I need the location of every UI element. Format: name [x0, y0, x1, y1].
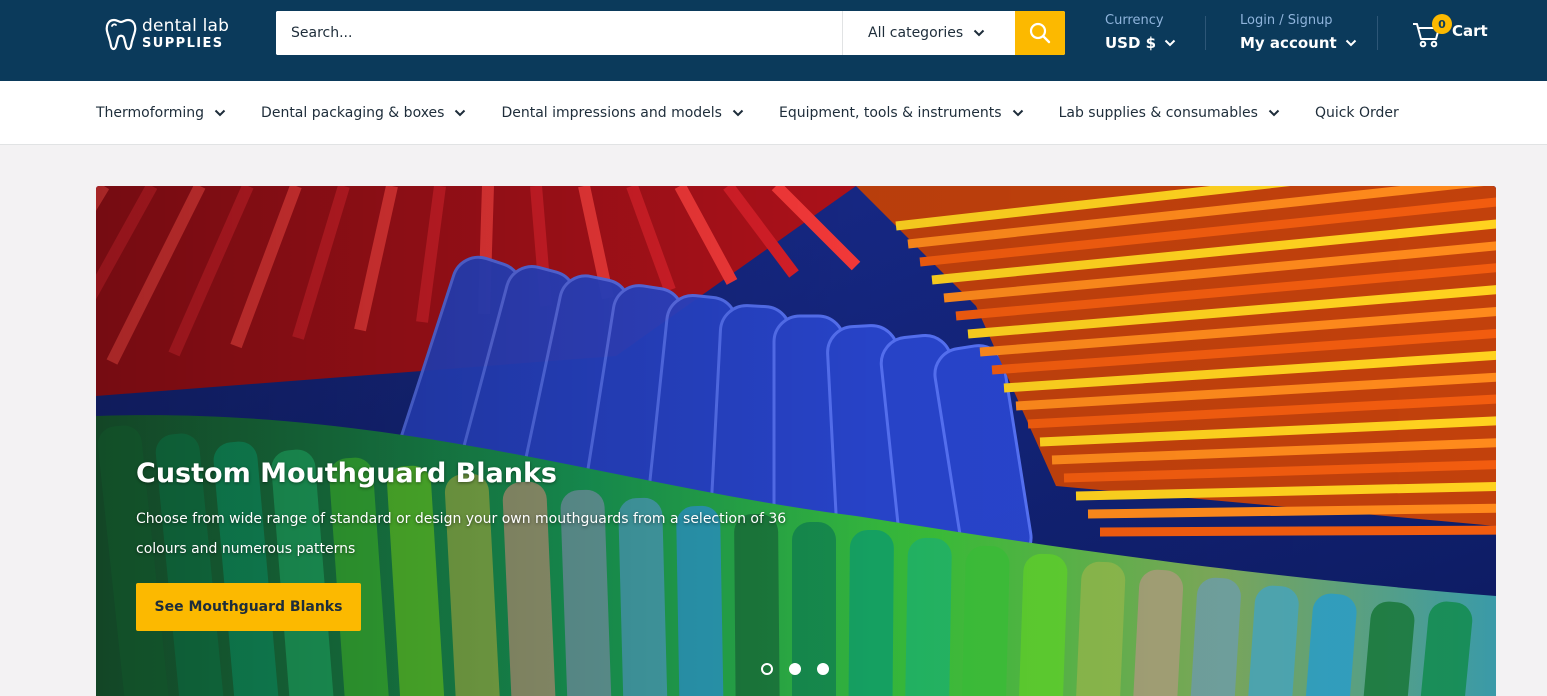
nav-item-label: Dental impressions and models — [501, 105, 722, 121]
search-icon — [1029, 22, 1051, 44]
hero-title: Custom Mouthguard Blanks — [136, 458, 557, 489]
slide-dot-3[interactable] — [817, 663, 829, 675]
currency-label: Currency — [1105, 13, 1164, 28]
cart-button[interactable]: 0 Cart — [1412, 14, 1488, 48]
slide-dot-1[interactable] — [761, 663, 773, 675]
chevron-down-icon — [1345, 39, 1356, 47]
main-navigation: Thermoforming Dental packaging & boxes D… — [0, 81, 1547, 145]
hero-slideshow: Custom Mouthguard Blanks Choose from wid… — [96, 186, 1496, 696]
chevron-down-icon — [973, 29, 985, 37]
chevron-down-icon — [1012, 109, 1023, 117]
category-select[interactable]: All categories — [842, 11, 1015, 55]
chevron-down-icon — [455, 109, 466, 117]
logo[interactable]: dental lab SUPPLIES — [104, 14, 234, 54]
my-account-label: My account — [1240, 34, 1337, 52]
nav-item-lab-supplies[interactable]: Lab supplies & consumables — [1059, 105, 1280, 121]
chevron-down-icon — [1268, 109, 1280, 117]
nav-item-dental-packaging[interactable]: Dental packaging & boxes — [261, 105, 466, 121]
site-header: dental lab SUPPLIES All categories Curre… — [0, 0, 1547, 81]
cart-label: Cart — [1452, 22, 1488, 40]
currency-value: USD $ — [1105, 34, 1157, 52]
nav-item-label: Equipment, tools & instruments — [778, 105, 1002, 121]
search-button[interactable] — [1015, 11, 1065, 55]
category-select-label: All categories — [868, 25, 964, 41]
cart-count-badge: 0 — [1432, 14, 1452, 34]
see-mouthguard-blanks-button[interactable]: See Mouthguard Blanks — [136, 583, 361, 631]
slide-indicators — [761, 663, 829, 675]
currency-selector[interactable]: Currency USD $ — [1105, 12, 1176, 56]
hero-caption: Custom Mouthguard Blanks Choose from wid… — [136, 456, 816, 564]
nav-item-dental-impressions[interactable]: Dental impressions and models — [501, 105, 744, 121]
chevron-down-icon — [732, 109, 744, 117]
chevron-down-icon — [214, 109, 226, 117]
chevron-down-icon — [1164, 39, 1176, 47]
slide-dot-2[interactable] — [789, 663, 801, 675]
nav-item-label: Quick Order — [1314, 105, 1399, 121]
tooth-icon — [105, 18, 137, 51]
nav-item-thermoforming[interactable]: Thermoforming — [96, 105, 226, 121]
nav-item-label: Lab supplies & consumables — [1058, 105, 1258, 121]
login-signup-link[interactable]: Login / Signup — [1240, 12, 1357, 30]
header-divider — [1205, 16, 1206, 50]
search-bar: All categories — [276, 11, 1065, 55]
nav-item-equipment-tools[interactable]: Equipment, tools & instruments — [779, 105, 1024, 121]
account-menu[interactable]: Login / Signup My account — [1240, 12, 1357, 56]
logo-line1: dental lab — [142, 16, 230, 36]
search-input[interactable] — [276, 11, 842, 55]
nav-item-quick-order[interactable]: Quick Order — [1315, 105, 1399, 121]
nav-item-label: Thermoforming — [96, 105, 205, 121]
logo-line2: SUPPLIES — [142, 36, 224, 51]
header-divider — [1377, 16, 1378, 50]
hero-description: Choose from wide range of standard or de… — [136, 511, 787, 557]
nav-item-label: Dental packaging & boxes — [261, 105, 445, 121]
